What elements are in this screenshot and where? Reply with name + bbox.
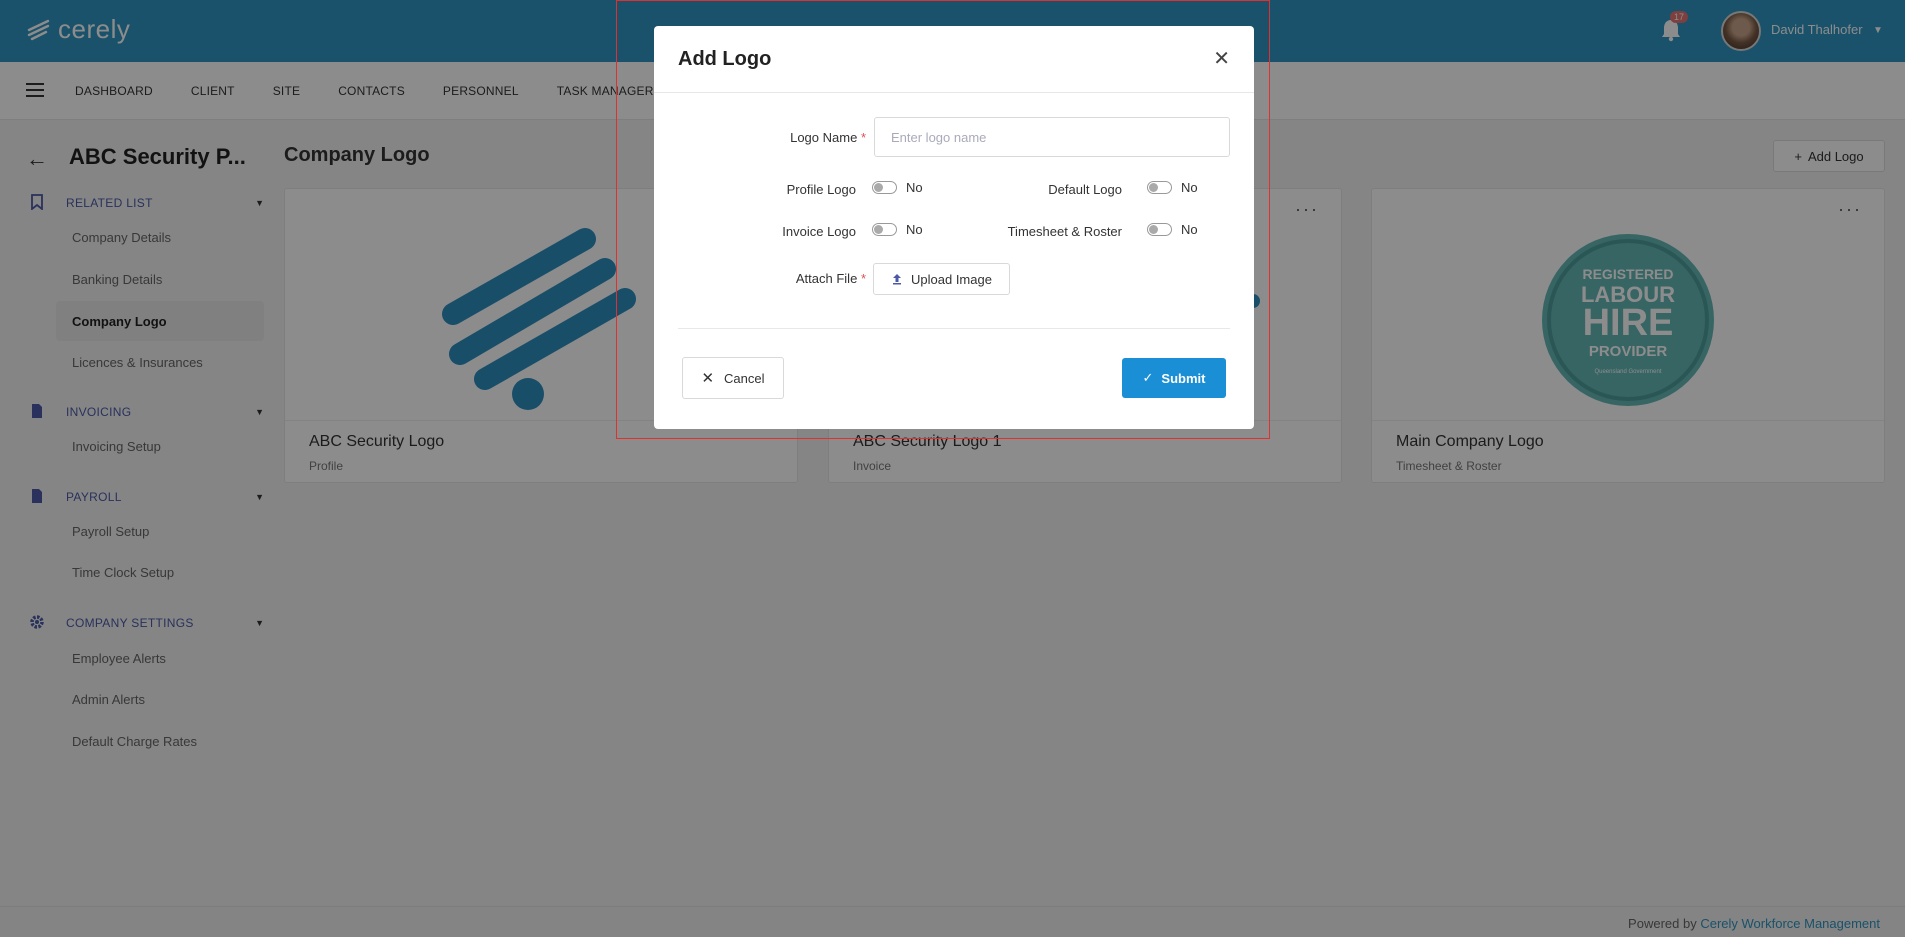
default-logo-toggle[interactable] <box>1147 181 1172 194</box>
upload-icon <box>893 274 902 285</box>
divider <box>654 92 1254 93</box>
close-icon[interactable]: ✕ <box>1213 46 1230 71</box>
default-logo-value: No <box>1181 180 1198 195</box>
logo-name-input[interactable] <box>874 117 1230 157</box>
upload-image-button[interactable]: Upload Image <box>873 263 1010 295</box>
invoice-logo-toggle[interactable] <box>872 223 897 236</box>
profile-logo-toggle[interactable] <box>872 181 897 194</box>
timesheet-roster-value: No <box>1181 222 1198 237</box>
check-icon: ✓ <box>1142 370 1154 385</box>
cancel-button[interactable]: ✕ Cancel <box>682 357 784 399</box>
default-logo-label: Default Logo <box>1048 182 1122 197</box>
logo-name-label: Logo Name * <box>790 130 866 145</box>
submit-label: Submit <box>1161 370 1206 386</box>
cancel-label: Cancel <box>724 370 765 386</box>
profile-logo-value: No <box>906 180 923 195</box>
divider <box>678 328 1230 329</box>
attach-file-label: Attach File * <box>795 271 866 286</box>
submit-button[interactable]: ✓ Submit <box>1122 358 1226 398</box>
dialog-title: Add Logo <box>678 48 772 70</box>
invoice-logo-label: Invoice Logo <box>782 224 856 239</box>
invoice-logo-value: No <box>906 222 923 237</box>
add-logo-dialog: Add Logo ✕ Logo Name * Profile Logo No D… <box>654 26 1254 429</box>
upload-label: Upload Image <box>911 271 992 287</box>
timesheet-roster-toggle[interactable] <box>1147 223 1172 236</box>
close-icon: ✕ <box>701 370 715 387</box>
profile-logo-label: Profile Logo <box>786 182 856 197</box>
timesheet-roster-label: Timesheet & Roster <box>1007 224 1122 239</box>
